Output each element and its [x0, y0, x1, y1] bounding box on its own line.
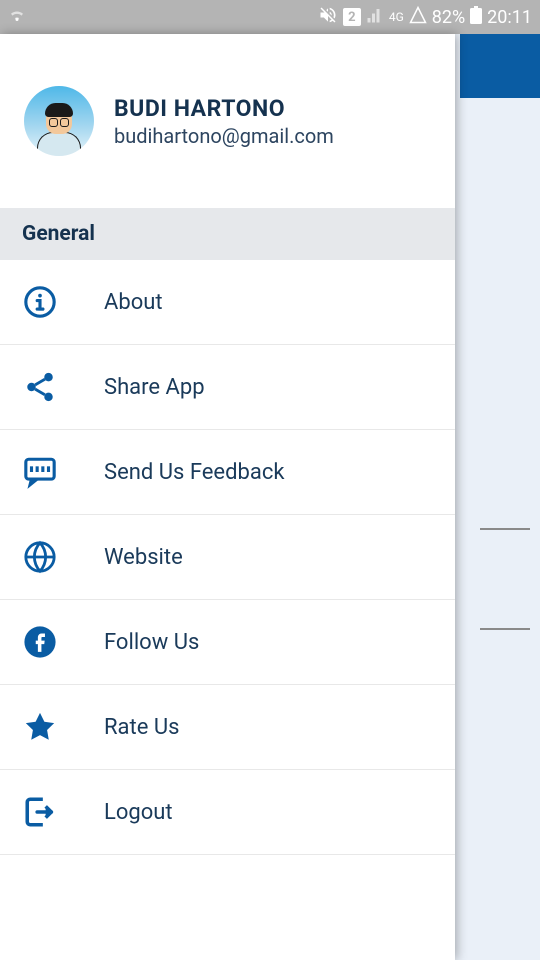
- signal-icon-2: [409, 6, 427, 29]
- status-bar: 2 4G 82% 20:11: [0, 0, 540, 34]
- sim-icon: 2: [343, 8, 361, 26]
- menu-item-label: Website: [104, 545, 183, 570]
- menu-item-label: Send Us Feedback: [104, 460, 284, 485]
- profile-name: BUDI HARTONO: [114, 95, 334, 122]
- globe-icon: [22, 539, 58, 575]
- feedback-icon: [22, 454, 58, 490]
- menu-item-follow[interactable]: Follow Us: [0, 600, 455, 685]
- share-icon: [22, 369, 58, 405]
- logout-icon: [22, 794, 58, 830]
- time-label: 20:11: [487, 7, 532, 28]
- battery-label: 82%: [432, 7, 465, 28]
- menu-item-label: Logout: [104, 800, 173, 825]
- menu-item-label: Follow Us: [104, 630, 199, 655]
- menu-item-label: Share App: [104, 375, 205, 400]
- menu-item-logout[interactable]: Logout: [0, 770, 455, 855]
- network-label: 4G: [389, 11, 404, 23]
- menu-item-label: Rate Us: [104, 715, 179, 740]
- signal-icon: [366, 6, 384, 29]
- avatar: [24, 86, 94, 156]
- menu-item-rate[interactable]: Rate Us: [0, 685, 455, 770]
- wifi-icon: [8, 6, 26, 29]
- facebook-icon: [22, 624, 58, 660]
- battery-icon: [470, 6, 482, 29]
- menu-item-share[interactable]: Share App: [0, 345, 455, 430]
- info-icon: [22, 284, 58, 320]
- menu-item-label: About: [104, 290, 163, 315]
- menu-item-website[interactable]: Website: [0, 515, 455, 600]
- app-bar: [460, 34, 540, 98]
- mute-icon: [318, 5, 338, 30]
- background-content: [464, 98, 540, 960]
- section-header-general: General: [0, 208, 455, 260]
- menu-item-feedback[interactable]: Send Us Feedback: [0, 430, 455, 515]
- menu-item-about[interactable]: About: [0, 260, 455, 345]
- profile-header[interactable]: BUDI HARTONO budihartono@gmail.com: [0, 34, 455, 208]
- profile-email: budihartono@gmail.com: [114, 124, 334, 148]
- navigation-drawer: BUDI HARTONO budihartono@gmail.com Gener…: [0, 34, 455, 960]
- menu-list: About Share App Send Us Feedback Website: [0, 260, 455, 855]
- star-icon: [22, 709, 58, 745]
